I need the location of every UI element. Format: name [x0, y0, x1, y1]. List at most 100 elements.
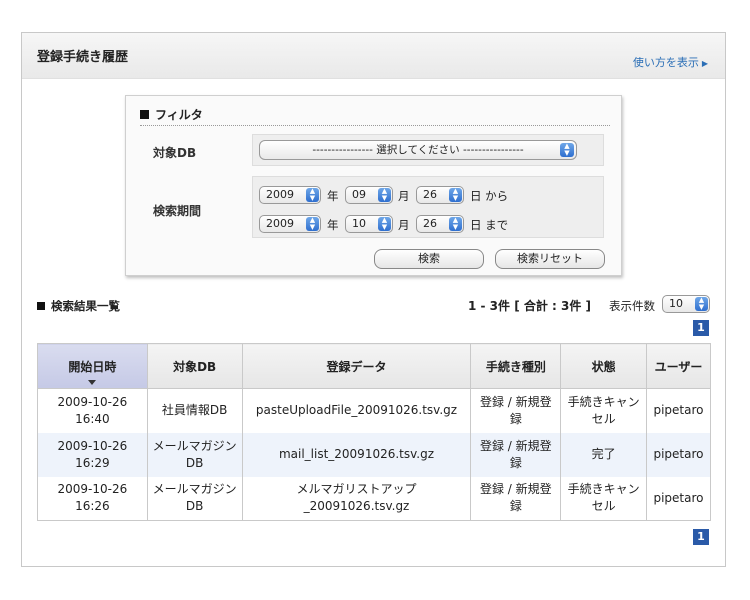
- column-header-procedure-type[interactable]: 手続き種別: [470, 343, 562, 389]
- cell-status: 完了: [560, 432, 647, 477]
- cell-time: 16:26: [75, 499, 110, 514]
- pager-bottom-page-1[interactable]: 1: [693, 529, 709, 545]
- cell-data-line2: _20091026.tsv.gz: [303, 499, 410, 514]
- select-arrows-icon: ▲ ▼: [449, 188, 462, 202]
- column-header-status[interactable]: 状態: [560, 343, 647, 389]
- panel-header: 登録手続き履歴 使い方を表示 ▶: [22, 33, 725, 79]
- cell-status: 手続きキャン セル: [560, 476, 647, 521]
- cell-status-line2: セル: [591, 411, 616, 426]
- cell-data-line1: mail_list_20091026.tsv.gz: [278, 447, 435, 461]
- results-count: 1 - 3件 [ 合計 : 3件 ]: [468, 299, 592, 313]
- cell-db-line2: DB: [185, 499, 204, 514]
- help-link-label[interactable]: 使い方を表示: [633, 56, 699, 69]
- table-row[interactable]: 2009-10-26 16:40 社員情報DB pasteUploadFile_2…: [37, 388, 712, 433]
- search-button[interactable]: 検索: [374, 249, 484, 269]
- db-select[interactable]: ---------------- 選択してください --------------…: [259, 140, 577, 160]
- table-header-row: 開始日時 対象DB 登録データ 手続き種別 状態 ユーザー: [37, 343, 712, 389]
- cell-status-line1: 手続きキャン: [567, 394, 640, 409]
- from-month-select[interactable]: 09 ▲ ▼: [345, 186, 393, 204]
- per-page-select[interactable]: 10 ▲ ▼: [662, 295, 710, 313]
- to-year-value: 2009: [266, 217, 294, 230]
- cell-user: pipetaro: [645, 388, 712, 433]
- cell-data: mail_list_20091026.tsv.gz: [241, 432, 472, 477]
- column-label: 状態: [591, 359, 616, 374]
- to-day-select[interactable]: 26 ▲ ▼: [416, 215, 464, 233]
- triangle-right-icon: ▶: [701, 59, 708, 68]
- filter-box: フィルタ 対象DB ---------------- 選択してください ----…: [125, 95, 622, 276]
- cell-start-date: 2009-10-26 16:40: [37, 388, 148, 433]
- cell-procedure-type: 登録 / 新規登録: [470, 432, 562, 477]
- sort-down-icon: [88, 380, 97, 385]
- select-arrows-icon: ▲ ▼: [560, 143, 574, 157]
- cell-type-line2: 録: [509, 499, 522, 514]
- column-label: ユーザー: [654, 359, 703, 374]
- period-label: 検索期間: [153, 204, 202, 218]
- cell-type-line1: 登録 / 新規登: [479, 394, 552, 409]
- cell-target-db: メールマガジン DB: [146, 432, 243, 477]
- cell-type-line1: 登録 / 新規登: [479, 438, 552, 453]
- filter-heading-label: フィルタ: [155, 108, 203, 122]
- cell-target-db: メールマガジン DB: [146, 476, 243, 521]
- help-link[interactable]: 使い方を表示 ▶: [633, 54, 708, 70]
- to-day-value: 26: [423, 217, 437, 230]
- cell-status-line2: セル: [591, 499, 616, 514]
- cell-user: pipetaro: [645, 476, 712, 521]
- select-arrows-icon: ▲ ▼: [306, 217, 319, 231]
- to-year-unit: 年: [327, 218, 339, 232]
- cell-db-line1: 社員情報DB: [161, 403, 228, 418]
- to-day-unit: 日 まで: [470, 218, 509, 232]
- cell-start-date: 2009-10-26 16:29: [37, 432, 148, 477]
- select-arrows-icon: ▲ ▼: [449, 217, 462, 231]
- column-label: 対象DB: [173, 359, 217, 374]
- per-page-label: 表示件数: [609, 299, 655, 313]
- square-bullet-icon: [37, 302, 45, 310]
- from-month-unit: 月: [398, 189, 410, 203]
- per-page-value: 10: [669, 297, 683, 310]
- cell-type-line1: 登録 / 新規登: [479, 482, 552, 497]
- cell-date: 2009-10-26: [57, 394, 128, 409]
- to-month-unit: 月: [398, 218, 410, 232]
- cell-data: メルマガリストアップ _20091026.tsv.gz: [241, 476, 472, 521]
- cell-time: 16:29: [75, 455, 110, 470]
- cell-data: pasteUploadFile_20091026.tsv.gz: [241, 388, 472, 433]
- from-month-value: 09: [352, 188, 366, 201]
- cell-data-line1: pasteUploadFile_20091026.tsv.gz: [255, 403, 458, 418]
- cell-procedure-type: 登録 / 新規登録: [470, 476, 562, 521]
- column-header-target-db[interactable]: 対象DB: [146, 343, 243, 389]
- select-arrows-icon: ▲ ▼: [695, 297, 708, 311]
- from-day-select[interactable]: 26 ▲ ▼: [416, 186, 464, 204]
- table-row[interactable]: 2009-10-26 16:26 メールマガジン DB メルマガリストアップ _200…: [37, 476, 712, 521]
- cell-time: 16:40: [75, 411, 110, 426]
- cell-status-line1: 手続きキャン: [567, 482, 640, 497]
- cell-date: 2009-10-26: [57, 482, 128, 497]
- cell-type-line2: 録: [509, 455, 522, 470]
- cell-db-line1: メールマガジン: [152, 438, 237, 453]
- to-month-select[interactable]: 10 ▲ ▼: [345, 215, 393, 233]
- cell-date: 2009-10-26: [57, 438, 128, 453]
- cell-user: pipetaro: [645, 432, 712, 477]
- to-year-select[interactable]: 2009 ▲ ▼: [259, 215, 321, 233]
- select-arrows-icon: ▲ ▼: [306, 188, 319, 202]
- table-row[interactable]: 2009-10-26 16:29 メールマガジン DB mail_list_2009…: [37, 432, 712, 477]
- cell-start-date: 2009-10-26 16:26: [37, 476, 148, 521]
- pager-top-page-1[interactable]: 1: [693, 320, 709, 336]
- select-arrows-icon: ▲ ▼: [378, 217, 391, 231]
- cell-data-line1: メルマガリストアップ: [296, 482, 417, 497]
- filter-heading: フィルタ: [140, 106, 610, 126]
- cell-target-db: 社員情報DB: [146, 388, 243, 433]
- column-header-user[interactable]: ユーザー: [645, 343, 712, 389]
- from-year-select[interactable]: 2009 ▲ ▼: [259, 186, 321, 204]
- cell-db-line1: メールマガジン: [152, 482, 237, 497]
- search-reset-button[interactable]: 検索リセット: [495, 249, 605, 269]
- results-table: 開始日時 対象DB 登録データ 手続き種別 状態 ユーザー 2009-10-26…: [37, 343, 712, 521]
- column-header-start-date[interactable]: 開始日時: [37, 343, 148, 389]
- column-header-data[interactable]: 登録データ: [241, 343, 472, 389]
- cell-db-line2: DB: [185, 455, 204, 470]
- from-day-value: 26: [423, 188, 437, 201]
- square-bullet-icon: [140, 110, 149, 119]
- cell-procedure-type: 登録 / 新規登録: [470, 388, 562, 433]
- results-title-label: 検索結果一覧: [51, 299, 120, 313]
- from-day-unit: 日 から: [470, 189, 509, 203]
- history-panel: 登録手続き履歴 使い方を表示 ▶ フィルタ 対象DB --------------…: [21, 32, 726, 567]
- to-month-value: 10: [352, 217, 366, 230]
